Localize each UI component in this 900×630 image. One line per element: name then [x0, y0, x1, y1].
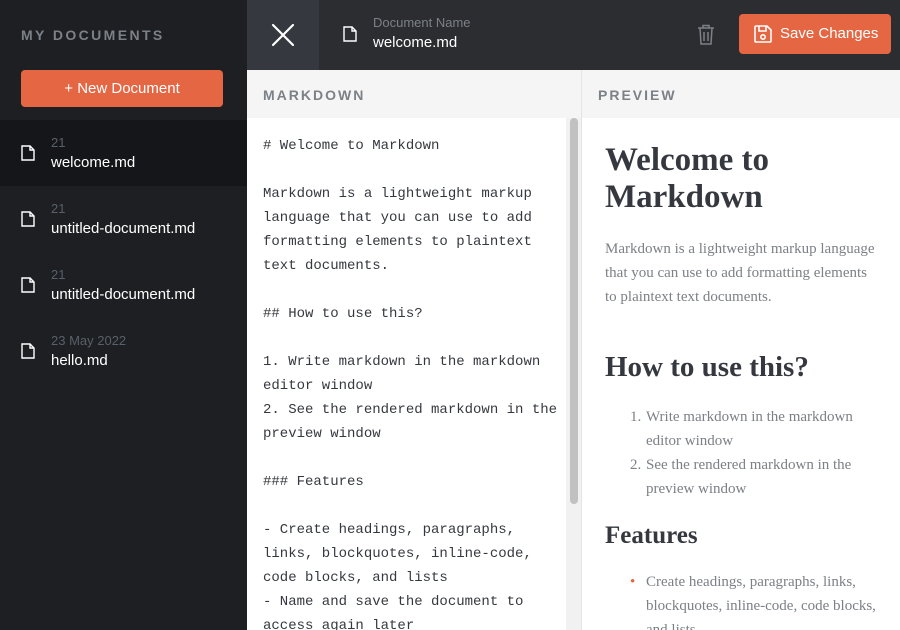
preview-heading-2: How to use this?: [605, 351, 809, 383]
new-document-button[interactable]: + New Document: [21, 70, 223, 107]
save-icon: [754, 25, 772, 43]
list-item: • Create headings, paragraphs, links, bl…: [622, 570, 882, 630]
file-icon: [21, 277, 35, 293]
document-date: 21: [51, 201, 66, 216]
markdown-panel-header: MARKDOWN: [247, 70, 581, 118]
preview-unordered-list: • Create headings, paragraphs, links, bl…: [622, 570, 882, 630]
document-name: untitled-document.md: [51, 286, 196, 303]
save-changes-button[interactable]: Save Changes: [739, 14, 891, 54]
trash-icon: [698, 24, 714, 45]
document-name-field[interactable]: welcome.md: [373, 34, 457, 51]
document-name: hello.md: [51, 352, 108, 369]
document-name: welcome.md: [51, 154, 136, 171]
preview-panel-label: PREVIEW: [598, 87, 677, 103]
document-item[interactable]: 21 welcome.md: [0, 120, 247, 186]
preview-ordered-list: 1. Write markdown in the markdown editor…: [622, 405, 882, 501]
preview-panel-header: PREVIEW: [582, 70, 900, 118]
list-bullet: •: [630, 574, 636, 590]
preview-heading-1: Welcome to Markdown: [605, 142, 770, 215]
header-bar: Document Name welcome.md Save Changes: [247, 0, 900, 70]
markdown-preview: Welcome to Markdown Markdown is a lightw…: [582, 118, 900, 630]
preview-paragraph: Markdown is a lightweight markup languag…: [605, 241, 875, 305]
markdown-panel-label: MARKDOWN: [263, 87, 366, 103]
file-icon: [21, 145, 35, 161]
document-date: 21: [51, 267, 66, 282]
file-icon: [21, 211, 35, 227]
document-list: 21 welcome.md 21 untitled-document.md 21…: [0, 120, 247, 384]
document-item[interactable]: 21 untitled-document.md: [0, 252, 247, 318]
document-date: 21: [51, 135, 66, 150]
markdown-editor-text[interactable]: # Welcome to Markdown Markdown is a ligh…: [263, 134, 563, 630]
sidebar: MY DOCUMENTS + New Document 21 welcome.m…: [0, 0, 247, 630]
list-number: 2.: [630, 457, 642, 473]
save-changes-label: Save Changes: [780, 25, 879, 42]
close-sidebar-button[interactable]: [247, 0, 319, 70]
document-name: untitled-document.md: [51, 220, 196, 237]
list-item: 2. See the rendered markdown in the prev…: [622, 453, 882, 501]
document-item[interactable]: 23 May 2022 hello.md: [0, 318, 247, 384]
file-icon: [21, 343, 35, 359]
editor-scrollbar-thumb[interactable]: [570, 118, 578, 504]
delete-document-button[interactable]: [697, 24, 715, 46]
document-date: 23 May 2022: [51, 333, 127, 348]
list-number: 1.: [630, 409, 642, 425]
list-item-text: See the rendered markdown in the preview…: [646, 457, 852, 497]
list-item: 1. Write markdown in the markdown editor…: [622, 405, 882, 453]
sidebar-title: MY DOCUMENTS: [21, 27, 165, 43]
document-name-label: Document Name: [373, 15, 471, 30]
file-icon: [343, 26, 357, 42]
preview-heading-3: Features: [605, 522, 698, 549]
markdown-editor[interactable]: # Welcome to Markdown Markdown is a ligh…: [247, 118, 581, 630]
close-icon: [271, 23, 295, 47]
document-item[interactable]: 21 untitled-document.md: [0, 186, 247, 252]
list-item-text: Write markdown in the markdown editor wi…: [646, 409, 853, 449]
list-item-text: Create headings, paragraphs, links, bloc…: [646, 574, 876, 630]
